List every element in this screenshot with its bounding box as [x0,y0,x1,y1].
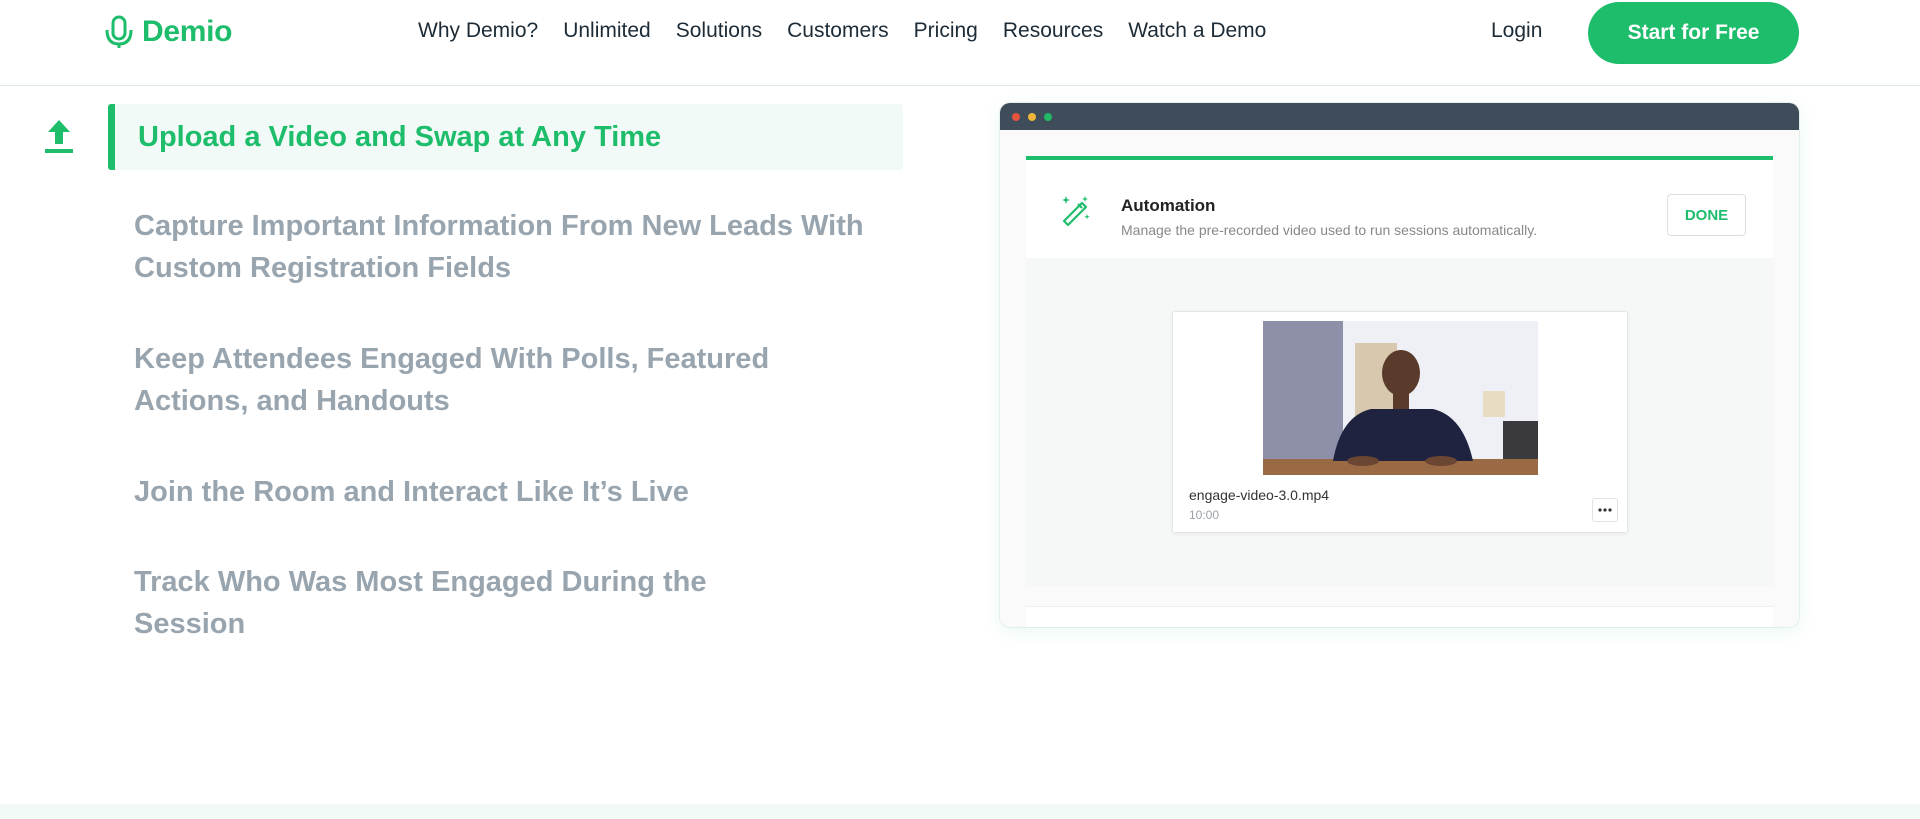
app-mockup-window: Automation Manage the pre-recorded video… [1000,103,1799,627]
window-title-bar [1000,103,1799,130]
feature-item-interact-live[interactable]: Join the Room and Interact Like It’s Liv… [134,471,894,513]
login-link[interactable]: Login [1491,19,1542,43]
automation-panel-header: Automation Manage the pre-recorded video… [1026,160,1773,258]
window-minimize-dot-icon [1028,113,1036,121]
video-file-name: engage-video-3.0.mp4 [1189,487,1330,503]
window-close-dot-icon [1012,113,1020,121]
nav-resources[interactable]: Resources [1003,19,1103,43]
done-button[interactable]: DONE [1667,194,1746,236]
section-bottom-band [0,804,1920,819]
video-duration: 10:00 [1189,508,1220,522]
panel-subtitle: Manage the pre-recorded video used to ru… [1121,222,1538,238]
main-nav: Why Demio? Unlimited Solutions Customers… [418,19,1266,43]
feature-item-track-engagement[interactable]: Track Who Was Most Engaged During the Se… [134,561,814,645]
video-card[interactable]: engage-video-3.0.mp4 10:00 [1172,311,1628,533]
feature-label: Keep Attendees Engaged With Polls, Featu… [134,343,770,417]
window-maximize-dot-icon [1044,113,1052,121]
feature-item-registration-fields[interactable]: Capture Important Information From New L… [134,205,894,289]
feature-label: Capture Important Information From New L… [134,210,864,284]
nav-unlimited[interactable]: Unlimited [563,19,651,43]
video-thumbnail[interactable] [1263,321,1538,475]
feature-label: Track Who Was Most Engaged During the Se… [134,566,707,640]
demio-logo[interactable]: Demio [104,12,232,52]
nav-watch-demo[interactable]: Watch a Demo [1128,19,1266,43]
feature-label: Join the Room and Interact Like It’s Liv… [134,476,689,508]
feature-item-upload-video[interactable]: Upload a Video and Swap at Any Time [108,104,903,170]
feature-label: Upload a Video and Swap at Any Time [138,121,662,153]
nav-solutions[interactable]: Solutions [676,19,762,43]
nav-customers[interactable]: Customers [787,19,889,43]
nav-why-demio[interactable]: Why Demio? [418,19,538,43]
feature-item-polls-handouts[interactable]: Keep Attendees Engaged With Polls, Featu… [134,338,874,422]
magic-wand-icon [1062,196,1090,227]
microphone-logo-icon [105,15,133,48]
automation-panel: Automation Manage the pre-recorded video… [1026,156,1773,586]
more-dots-icon [1598,508,1612,512]
site-header: Demio Why Demio? Unlimited Solutions Cus… [0,0,1920,86]
brand-name: Demio [142,15,233,48]
upload-icon [45,120,73,153]
nav-pricing[interactable]: Pricing [914,19,978,43]
panel-title: Automation [1121,196,1216,215]
next-panel-edge [1026,606,1773,627]
video-options-button[interactable] [1592,498,1618,522]
start-for-free-button[interactable]: Start for Free [1588,2,1799,64]
